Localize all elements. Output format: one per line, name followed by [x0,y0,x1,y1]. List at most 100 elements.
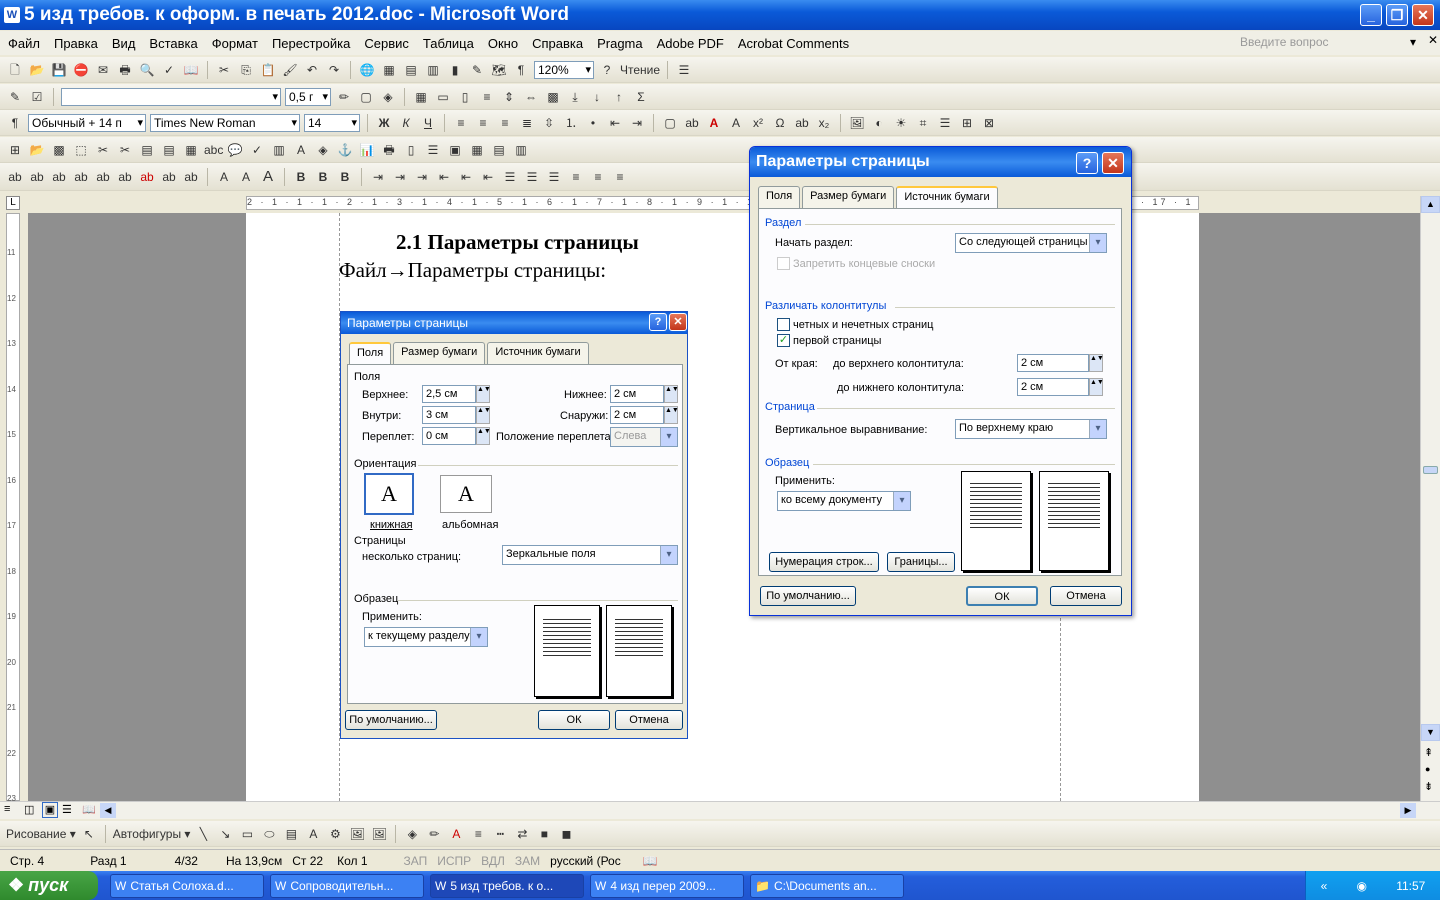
tab-stop-selector[interactable]: L [6,196,20,210]
menu-format[interactable]: Формат [212,36,258,51]
wordart-icon[interactable]: A [304,825,322,843]
arrow-icon[interactable]: ↘ [216,825,234,843]
paste-icon[interactable]: 📋 [259,61,277,79]
dialog-title-bar[interactable]: Параметры страницы ? ✕ [750,147,1131,177]
align-center-icon[interactable]: ≡ [474,114,492,132]
autosum-icon[interactable]: Σ [632,88,650,106]
print-preview-icon[interactable]: 🔍 [138,61,156,79]
edit-icon[interactable]: ✎ [6,88,24,106]
indent-a-icon[interactable]: ⇥ [369,168,387,186]
vertical-scrollbar[interactable]: ▲ ▼ ⇞ ● ⇟ [1420,196,1440,801]
status-trk[interactable]: ИСПР [437,854,471,868]
tool-d-icon[interactable]: ⬚ [72,141,90,159]
tab-paper-size[interactable]: Размер бумаги [802,186,895,208]
numbering-icon[interactable]: ⒈ [562,114,580,132]
align-icon[interactable]: ≡ [478,88,496,106]
scroll-left-icon[interactable]: ◀ [100,803,116,818]
sort-asc-icon[interactable]: ↓ [588,88,606,106]
text-wrap-icon[interactable]: ⊠ [980,114,998,132]
minimize-button[interactable]: _ [1360,4,1382,26]
tool-p-icon[interactable]: 🖶 [380,141,398,159]
prev-page-icon[interactable]: ⇞ [1424,746,1433,759]
task-button[interactable]: W4 изд перер 2009... [590,873,744,898]
line-icon[interactable]: ╲ [194,825,212,843]
section-start-select[interactable]: Со следующей страницы ▾ [955,233,1107,253]
draw-menu[interactable]: Рисование ▾ [6,825,76,843]
line-style-icon[interactable]: ≡ [469,825,487,843]
spelling-icon[interactable]: ✓ [160,61,178,79]
tables-borders-icon[interactable]: ▦ [380,61,398,79]
tool-j-icon[interactable]: abc [204,141,223,159]
ab-e-icon[interactable]: ab [94,168,112,186]
header-distance-field[interactable]: 2 см [1017,354,1089,372]
normal-view-icon[interactable]: ≡ [4,803,10,815]
outline-icon[interactable]: ☰ [675,61,693,79]
close-doc-icon[interactable]: ✕ [1428,33,1438,47]
symbol-icon[interactable]: Ω [771,114,789,132]
insert-table-icon[interactable]: ▦ [412,88,430,106]
tool-h-icon[interactable]: ▤ [160,141,178,159]
shadow-icon[interactable]: ■ [535,825,553,843]
para-f-icon[interactable]: ≡ [611,168,629,186]
task-button[interactable]: 📁 C:\Documents an... [750,873,904,898]
subscript-icon[interactable]: x₂ [815,114,833,132]
ab-d-icon[interactable]: ab [72,168,90,186]
ab-f-icon[interactable]: ab [116,168,134,186]
rectangle-icon[interactable]: ▭ [238,825,256,843]
start-button[interactable]: ❖ пуск [0,871,98,900]
styles-icon[interactable]: ¶ [6,114,24,132]
scroll-down-icon[interactable]: ▼ [1421,724,1440,741]
para-c-icon[interactable]: ☰ [545,168,563,186]
highlight-icon[interactable]: ab [683,114,701,132]
merge-cells-icon[interactable]: ▭ [434,88,452,106]
menu-adobe-pdf[interactable]: Adobe PDF [657,36,724,51]
image-icon[interactable]: 🖼 [370,825,388,843]
menu-edit[interactable]: Правка [54,36,98,51]
outside-border-icon[interactable]: ▢ [661,114,679,132]
tray-app-icon[interactable]: ◉ [1357,879,1367,893]
menu-insert[interactable]: Вставка [149,36,197,51]
copy-icon[interactable]: ⎘ [237,61,255,79]
bold-icon[interactable]: Ж [375,114,393,132]
line-spacing-icon[interactable]: ⇳ [540,114,558,132]
distribute-cols-icon[interactable]: ⇔ [522,88,540,106]
crop-icon[interactable]: ⌗ [914,114,932,132]
split-cells-icon[interactable]: ▯ [456,88,474,106]
tool-m-icon[interactable]: A [292,141,310,159]
compress-icon[interactable]: ⊞ [958,114,976,132]
tool-e-icon[interactable]: ✂ [94,141,112,159]
horizontal-scrollbar[interactable]: ≡ ◫ ▣ ☰ 📖 ◀ ▶ [0,801,1440,819]
brightness-icon[interactable]: ☀ [892,114,910,132]
line-style-icon[interactable]: ☰ [936,114,954,132]
underline-icon[interactable]: Ч [419,114,437,132]
tool-v-icon[interactable]: ▥ [512,141,530,159]
increase-indent-icon[interactable]: ⇥ [628,114,646,132]
columns-icon[interactable]: ▮ [446,61,464,79]
cancel-button[interactable]: Отмена [1050,586,1122,606]
chevron-down-icon[interactable]: ▾ [1410,35,1416,49]
sort-desc-icon[interactable]: ↑ [610,88,628,106]
menu-file[interactable]: Файл [8,36,40,51]
font-size-select[interactable]: 14 [304,113,360,132]
tab-margins[interactable]: Поля [758,186,801,208]
autoformat-icon[interactable]: ▩ [544,88,562,106]
indent-e-icon[interactable]: ⇤ [457,168,475,186]
ab-h-icon[interactable]: ab [160,168,178,186]
browse-object-icon[interactable]: ● [1425,764,1430,774]
distribute-rows-icon[interactable]: ⇕ [500,88,518,106]
text-color-icon[interactable]: A [447,825,465,843]
default-button[interactable]: По умолчанию... [760,586,856,606]
close-button[interactable]: ✕ [1412,4,1434,26]
textbox-icon[interactable]: ▤ [282,825,300,843]
read-button[interactable]: Чтение [620,61,660,79]
tool-a-icon[interactable]: ⊞ [6,141,24,159]
contrast-icon[interactable]: ◐ [870,114,888,132]
doc-map-icon[interactable]: 🗺 [490,61,508,79]
odd-even-checkbox[interactable] [777,318,790,331]
ask-question-input[interactable]: Введите вопрос [1240,35,1420,51]
line-style-select[interactable] [61,87,281,106]
insert-table-icon[interactable]: ▤ [402,61,420,79]
text-direction-icon[interactable]: ⤓ [566,88,584,106]
borders-button[interactable]: Границы... [887,552,955,572]
font-large-icon[interactable]: A [259,168,277,186]
